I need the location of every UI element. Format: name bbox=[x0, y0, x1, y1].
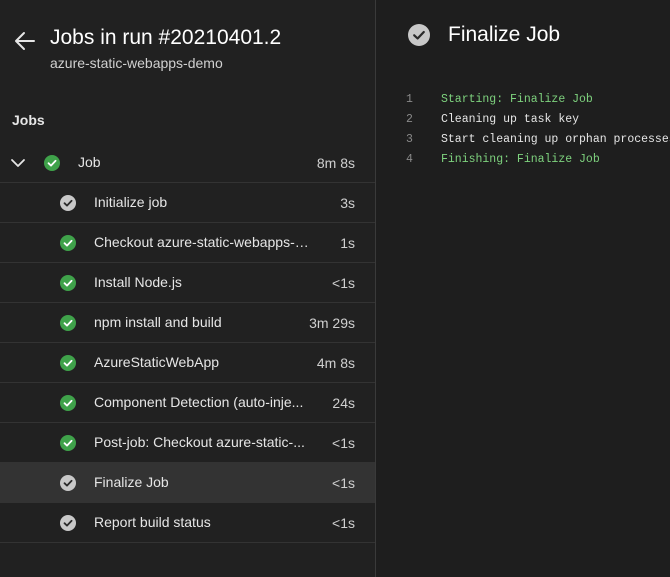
step-name: Checkout azure-static-webapps-d... bbox=[94, 234, 314, 250]
log-output: 1 Starting: Finalize Job 2 Cleaning up task… bbox=[406, 90, 670, 170]
job-row[interactable]: Job 8m 8s bbox=[0, 143, 375, 183]
log-line: 2 Cleaning up task key bbox=[406, 110, 670, 130]
log-text: Finishing: Finalize Job bbox=[441, 153, 600, 166]
step-duration: 24s bbox=[332, 395, 355, 411]
step-name: Finalize Job bbox=[94, 474, 169, 490]
job-name: Job bbox=[78, 154, 101, 170]
completed-check-icon bbox=[408, 24, 430, 46]
chevron-down-icon[interactable] bbox=[10, 156, 26, 170]
step-row[interactable]: Finalize Job <1s bbox=[0, 463, 375, 503]
log-title: Finalize Job bbox=[448, 23, 561, 46]
success-icon bbox=[60, 435, 76, 451]
step-duration: <1s bbox=[332, 475, 355, 491]
log-line: 3 Start cleaning up orphan processes. bbox=[406, 130, 670, 150]
job-duration: 8m 8s bbox=[316, 155, 355, 171]
log-line: 1 Starting: Finalize Job bbox=[406, 90, 670, 110]
pipeline-name: azure-static-webapps-demo bbox=[50, 55, 223, 71]
success-icon bbox=[60, 315, 76, 331]
step-duration: <1s bbox=[332, 275, 355, 291]
completed-check-icon bbox=[60, 475, 76, 491]
log-text: Cleaning up task key bbox=[441, 113, 580, 126]
success-icon bbox=[44, 155, 60, 171]
step-row[interactable]: Checkout azure-static-webapps-d... 1s bbox=[0, 223, 375, 263]
arrow-left-icon bbox=[15, 32, 35, 50]
success-icon bbox=[60, 395, 76, 411]
step-row[interactable]: npm install and build 3m 29s bbox=[0, 303, 375, 343]
completed-check-icon bbox=[60, 195, 76, 211]
jobs-panel: Jobs in run #20210401.2 azure-static-web… bbox=[0, 0, 376, 577]
step-row[interactable]: Post-job: Checkout azure-static-... <1s bbox=[0, 423, 375, 463]
success-icon bbox=[60, 275, 76, 291]
step-duration: 4m 8s bbox=[316, 355, 355, 371]
line-number: 4 bbox=[406, 153, 413, 166]
line-number: 2 bbox=[406, 113, 413, 126]
step-row[interactable]: Initialize job 3s bbox=[0, 183, 375, 223]
log-text: Start cleaning up orphan processes. bbox=[441, 133, 670, 146]
step-name: Post-job: Checkout azure-static-... bbox=[94, 434, 305, 450]
step-name: Report build status bbox=[94, 514, 211, 530]
step-duration: 3m 29s bbox=[309, 315, 355, 331]
log-line: 4 Finishing: Finalize Job bbox=[406, 150, 670, 170]
step-row[interactable]: Report build status <1s bbox=[0, 503, 375, 543]
success-icon bbox=[60, 235, 76, 251]
line-number: 3 bbox=[406, 133, 413, 146]
line-number: 1 bbox=[406, 93, 413, 106]
log-text: Starting: Finalize Job bbox=[441, 93, 593, 106]
step-duration: <1s bbox=[332, 435, 355, 451]
step-duration: 1s bbox=[340, 235, 355, 251]
success-icon bbox=[60, 355, 76, 371]
step-name: npm install and build bbox=[94, 314, 222, 330]
jobs-section-label: Jobs bbox=[12, 112, 45, 128]
back-button[interactable] bbox=[12, 30, 38, 52]
step-name: AzureStaticWebApp bbox=[94, 354, 220, 370]
completed-check-icon bbox=[60, 515, 76, 531]
step-duration: <1s bbox=[332, 515, 355, 531]
step-name: Initialize job bbox=[94, 194, 168, 210]
jobs-list: Job 8m 8s Initialize job 3s Checkout azure… bbox=[0, 143, 375, 543]
page-title: Jobs in run #20210401.2 bbox=[50, 26, 282, 49]
step-row[interactable]: Install Node.js <1s bbox=[0, 263, 375, 303]
step-name: Install Node.js bbox=[94, 274, 182, 290]
step-duration: 3s bbox=[340, 195, 355, 211]
step-name: Component Detection (auto-inje... bbox=[94, 394, 304, 410]
step-row[interactable]: AzureStaticWebApp 4m 8s bbox=[0, 343, 375, 383]
step-row[interactable]: Component Detection (auto-inje... 24s bbox=[0, 383, 375, 423]
log-panel: Finalize Job 1 Starting: Finalize Job 2 Cle… bbox=[376, 0, 670, 577]
